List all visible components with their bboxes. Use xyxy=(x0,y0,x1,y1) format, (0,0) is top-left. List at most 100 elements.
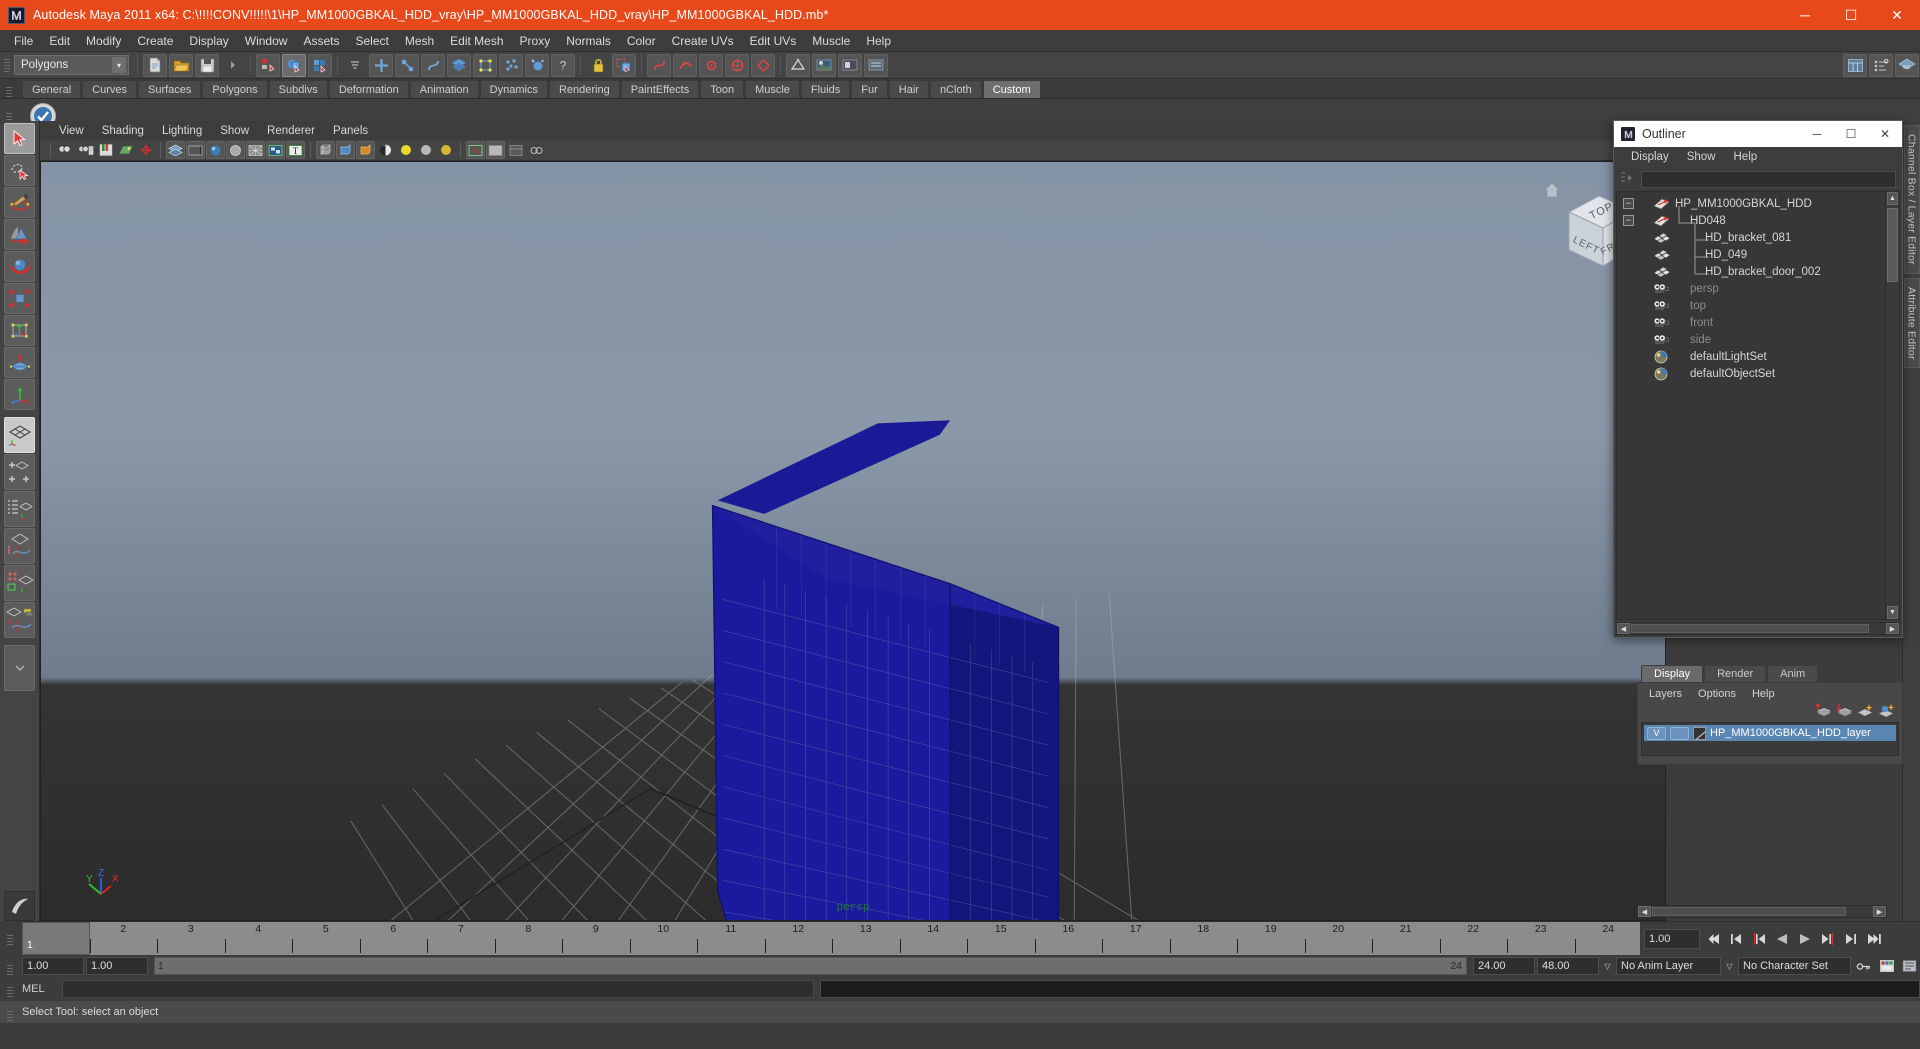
viewport-menu-lighting[interactable]: Lighting xyxy=(153,124,211,138)
close-button[interactable]: ✕ xyxy=(1874,0,1920,30)
right-dock-horizontal-scrollbar[interactable]: ◀ ▶ xyxy=(1637,905,1887,918)
menu-color[interactable]: Color xyxy=(619,32,664,50)
open-scene-icon[interactable] xyxy=(169,53,193,77)
layer-list[interactable]: V HP_MM1000GBKAL_HDD_layer xyxy=(1641,722,1899,756)
chevron-down-icon[interactable]: ▽ xyxy=(1723,957,1736,975)
select-by-object-type-icon[interactable] xyxy=(282,53,306,77)
panel-menu-icon[interactable] xyxy=(506,141,525,159)
toolbar-grip[interactable] xyxy=(3,54,12,76)
move-layer-up-icon[interactable] xyxy=(1815,702,1832,721)
time-slider[interactable]: 123456789101112131415161718192021222324 … xyxy=(6,921,1920,956)
menu-muscle[interactable]: Muscle xyxy=(804,32,858,50)
layer-editor-tab-anim[interactable]: Anim xyxy=(1767,665,1819,682)
show-manipulator-tool-button[interactable] xyxy=(4,379,35,410)
viewport-menu-renderer[interactable]: Renderer xyxy=(258,124,324,138)
time-slider-grip[interactable] xyxy=(6,929,15,951)
light-yellow-icon[interactable] xyxy=(396,141,415,159)
help-line-icon[interactable] xyxy=(4,891,35,921)
shelf-tab-custom[interactable]: Custom xyxy=(982,80,1041,98)
select-handle-icon[interactable] xyxy=(369,53,393,77)
smooth-shade-all-icon[interactable] xyxy=(186,141,205,159)
go-to-end-icon[interactable] xyxy=(1863,928,1884,950)
menu-file[interactable]: File xyxy=(6,32,41,50)
file-menu-expand-icon[interactable] xyxy=(221,54,245,77)
xray-joints-icon[interactable] xyxy=(336,141,355,159)
select-help-icon[interactable]: ? xyxy=(551,53,575,77)
help-line-grip[interactable] xyxy=(6,1005,15,1027)
select-tool-button[interactable] xyxy=(4,123,35,154)
shadows-icon[interactable] xyxy=(356,141,375,159)
key-icon[interactable] xyxy=(1853,955,1874,977)
outliner-persp-layout-button[interactable] xyxy=(4,491,35,527)
menu-edit[interactable]: Edit xyxy=(41,32,78,50)
layer-editor-menu-options[interactable]: Options xyxy=(1690,687,1744,701)
select-cv-icon[interactable] xyxy=(395,53,419,77)
select-dynamics-icon[interactable] xyxy=(525,53,549,77)
outliner-row[interactable]: HD_049 xyxy=(1617,246,1885,263)
menu-edit-uvs[interactable]: Edit UVs xyxy=(742,32,805,50)
step-back-frame-icon[interactable] xyxy=(1748,928,1769,950)
render-current-frame-icon[interactable] xyxy=(812,53,836,77)
save-scene-icon[interactable] xyxy=(195,53,219,77)
outliner-row[interactable]: defaultObjectSet xyxy=(1617,365,1885,382)
outliner-filter-icon[interactable] xyxy=(1620,171,1636,188)
outliner-row[interactable]: side xyxy=(1617,331,1885,348)
outliner-vertical-scrollbar[interactable]: ▲ ▼ xyxy=(1885,192,1899,619)
play-backwards-icon[interactable] xyxy=(1771,928,1792,950)
menu-create-uvs[interactable]: Create UVs xyxy=(664,32,742,50)
layer-editor-menu-layers[interactable]: Layers xyxy=(1641,687,1690,701)
menu-help[interactable]: Help xyxy=(858,32,899,50)
move-tool-button[interactable] xyxy=(4,219,35,250)
smooth-shade-selected-icon[interactable] xyxy=(206,141,225,159)
construction-history-on-icon[interactable] xyxy=(786,53,810,77)
layer-row[interactable]: V HP_MM1000GBKAL_HDD_layer xyxy=(1644,725,1896,741)
menu-proxy[interactable]: Proxy xyxy=(512,32,559,50)
high-quality-render-icon[interactable] xyxy=(376,141,395,159)
move-layer-down-icon[interactable] xyxy=(1836,703,1853,721)
show-tool-settings-icon[interactable] xyxy=(1895,53,1919,77)
menu-create[interactable]: Create xyxy=(129,32,181,50)
maximize-button[interactable]: ☐ xyxy=(1828,0,1874,30)
snap-to-grid-icon[interactable] xyxy=(647,53,671,77)
current-time-indicator[interactable]: 1 xyxy=(22,922,90,955)
shelf-tab-muscle[interactable]: Muscle xyxy=(745,80,800,98)
chevron-down-icon[interactable]: ▽ xyxy=(1601,957,1614,975)
show-channel-box-icon[interactable] xyxy=(1843,53,1867,77)
outliner-scroll-up-button[interactable]: ▲ xyxy=(1887,192,1898,205)
rotate-tool-button[interactable] xyxy=(4,251,35,282)
minimize-button[interactable]: ─ xyxy=(1782,0,1828,30)
viewport-menu-show[interactable]: Show xyxy=(211,124,258,138)
lock-camera-icon[interactable] xyxy=(136,141,155,159)
wireframe-on-shaded-icon[interactable] xyxy=(246,141,265,159)
mel-command-input[interactable] xyxy=(62,980,814,998)
highlight-selection-mode-icon[interactable] xyxy=(612,53,636,77)
select-by-component-type-icon[interactable] xyxy=(308,53,332,77)
menu-set-selector[interactable]: Polygons ▾ xyxy=(14,55,129,75)
image-plane-icon[interactable] xyxy=(116,141,135,159)
scale-tool-button[interactable] xyxy=(4,283,35,314)
menu-normals[interactable]: Normals xyxy=(558,32,619,50)
more-layouts-button[interactable] xyxy=(4,645,35,691)
shelf-tab-painteffects[interactable]: PaintEffects xyxy=(620,80,700,98)
shelf-tab-polygons[interactable]: Polygons xyxy=(202,80,268,98)
layer-color-swatch[interactable] xyxy=(1693,726,1706,740)
persp-graph-layout-button[interactable] xyxy=(4,528,35,564)
snap-to-point-icon[interactable] xyxy=(699,53,723,77)
select-particle-icon[interactable] xyxy=(499,53,523,77)
menu-window[interactable]: Window xyxy=(237,32,296,50)
shelf-tab-ncloth[interactable]: nCloth xyxy=(929,80,982,98)
outliner-horizontal-scrollbar[interactable]: ◀ ▶ xyxy=(1616,622,1900,635)
layer-visibility-toggle[interactable]: V xyxy=(1647,726,1666,740)
outliner-expand-toggle[interactable]: − xyxy=(1623,198,1634,209)
character-set-field[interactable]: No Character Set xyxy=(1738,957,1851,975)
menu-modify[interactable]: Modify xyxy=(78,32,129,50)
outliner-window[interactable]: Outliner ─ ☐ ✕ Display Show Help − HP_MM100… xyxy=(1613,120,1903,638)
menu-mesh[interactable]: Mesh xyxy=(397,32,442,50)
shelf-tab-dynamics[interactable]: Dynamics xyxy=(479,80,548,98)
outliner-row[interactable]: defaultLightSet xyxy=(1617,348,1885,365)
vertical-tab-channel-box-layer-editor[interactable]: Channel Box / Layer Editor xyxy=(1903,125,1920,274)
anim-layer-field[interactable]: No Anim Layer xyxy=(1616,957,1721,975)
new-layer-from-selected-icon[interactable] xyxy=(1878,703,1895,721)
viewport-menu-shading[interactable]: Shading xyxy=(93,124,153,138)
outliner-row[interactable]: persp xyxy=(1617,280,1885,297)
